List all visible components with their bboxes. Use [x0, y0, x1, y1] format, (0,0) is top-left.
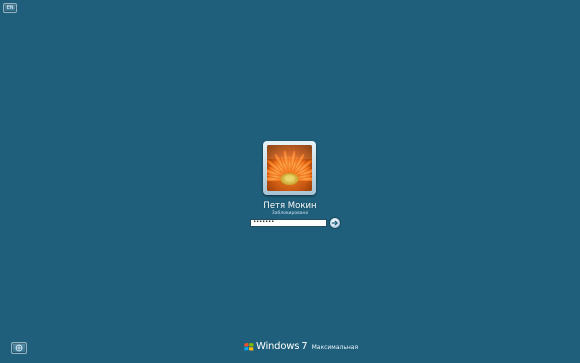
ease-of-access-button[interactable] — [11, 342, 27, 354]
brand-version: 7 — [301, 341, 308, 352]
user-avatar — [267, 145, 312, 191]
brand-edition: Максимальная — [311, 344, 359, 351]
brand-product: Windows — [256, 341, 300, 352]
password-field[interactable]: ••••••• — [250, 219, 327, 227]
user-status: Заблокировано — [271, 210, 309, 216]
windows-branding: Windows 7 Максимальная — [244, 341, 358, 353]
windows-logo-icon — [244, 343, 254, 351]
language-indicator[interactable]: EN — [3, 3, 17, 13]
user-name: Петя Мокин — [263, 201, 317, 211]
arrow-right-icon — [331, 220, 338, 226]
flower-avatar-icon — [267, 145, 312, 191]
submit-button[interactable] — [330, 218, 340, 228]
ease-of-access-icon — [15, 344, 23, 352]
user-tile — [263, 141, 316, 195]
password-masked-value: ••••••• — [253, 219, 275, 226]
